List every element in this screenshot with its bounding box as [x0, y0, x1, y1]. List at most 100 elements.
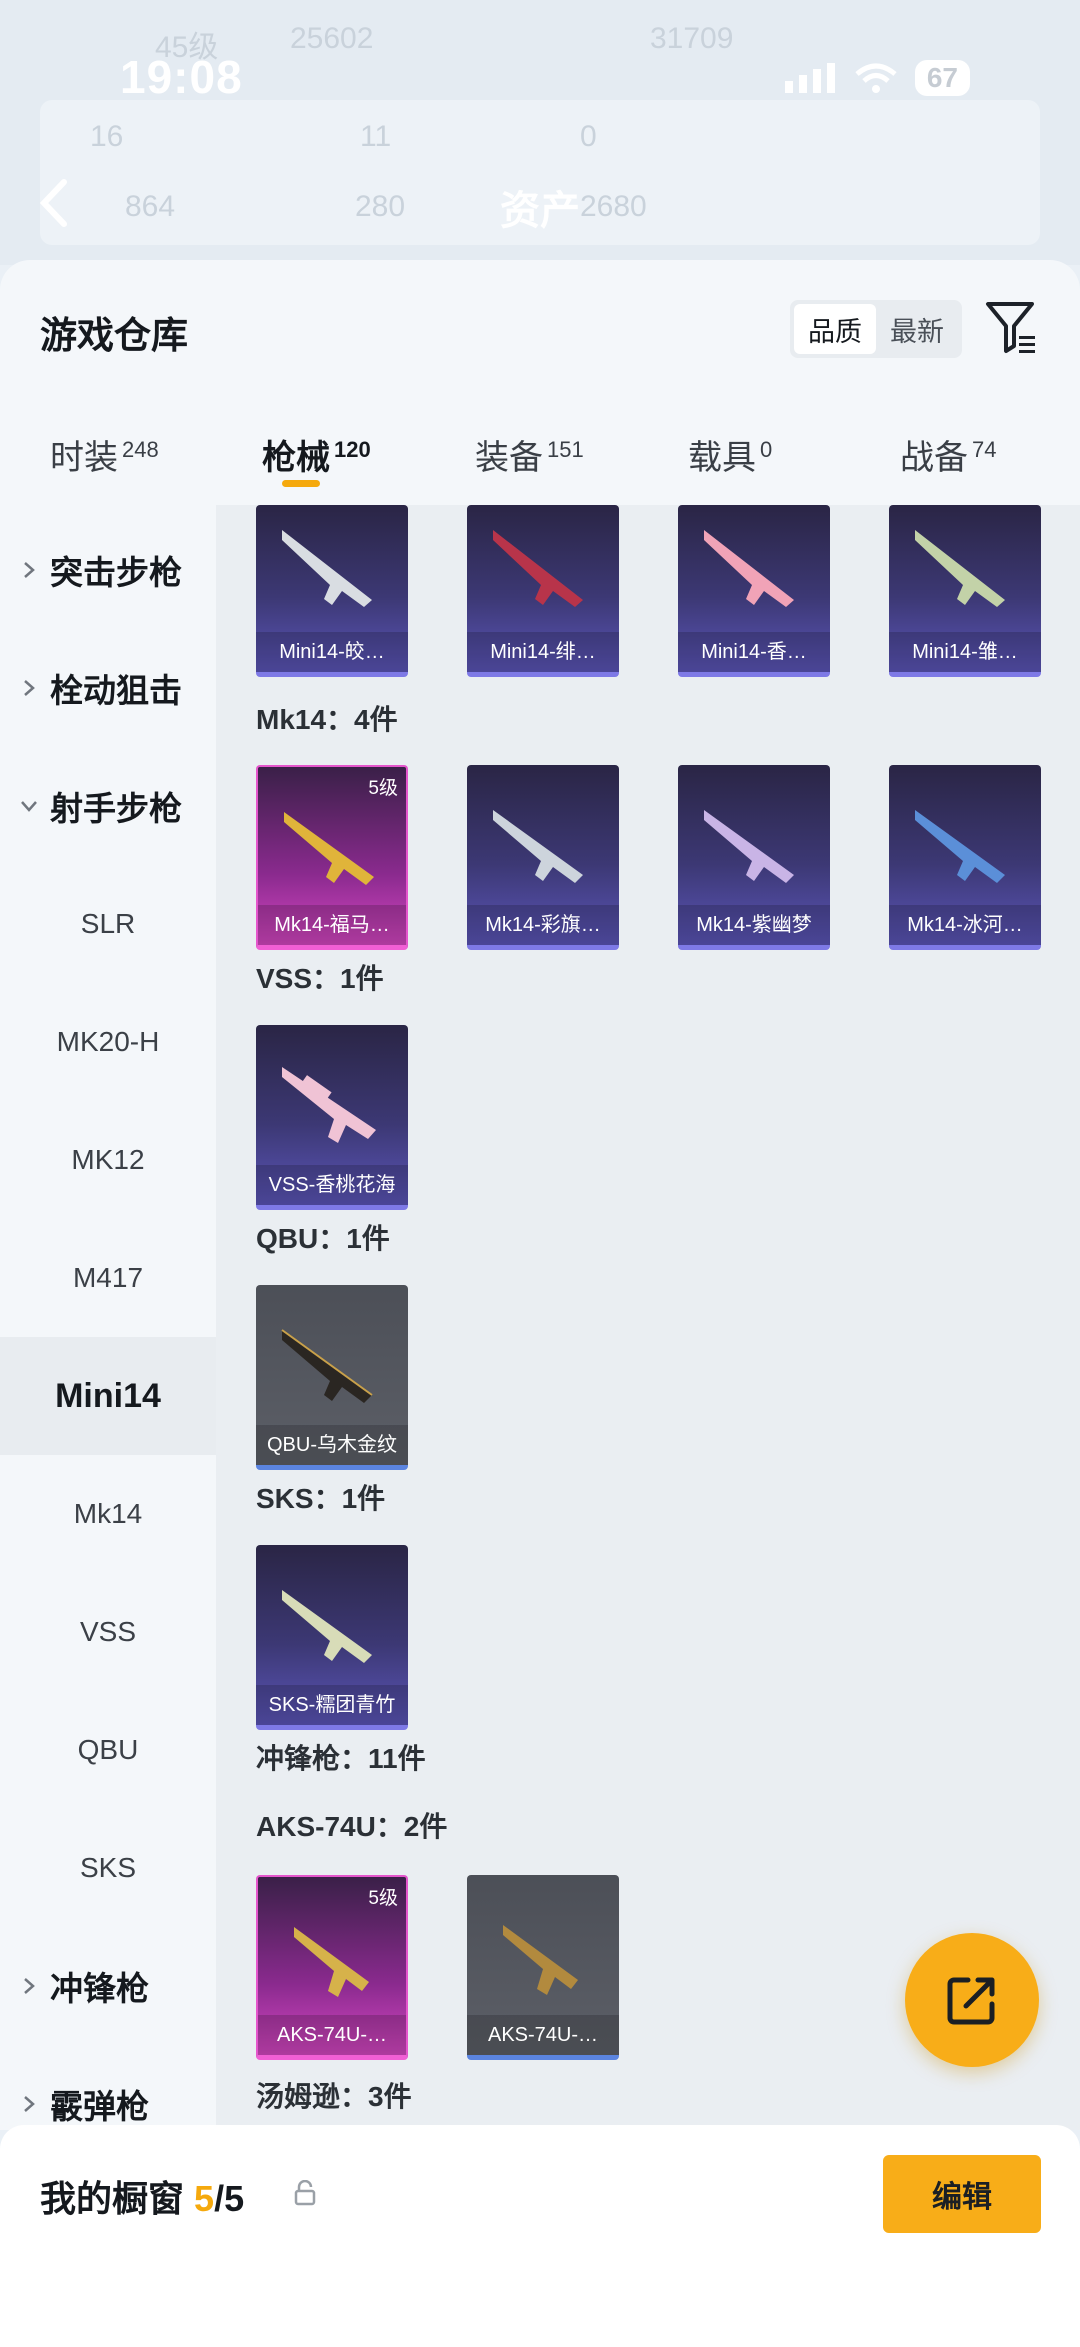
- section-header-vss: VSS：1件: [256, 963, 384, 994]
- skin-card[interactable]: VSS-香桃花海: [256, 1025, 408, 1210]
- back-arrow-icon[interactable]: [38, 178, 68, 228]
- page-title: 游戏仓库: [40, 315, 188, 356]
- section-header-smg: 冲锋枪：11件: [256, 1743, 426, 1774]
- skin-name: Mk14-冰河…: [889, 905, 1041, 945]
- chevron-down-icon: [21, 801, 37, 812]
- stat-2: 11: [360, 120, 392, 153]
- skin-name: AKS-74U-…: [467, 2015, 619, 2055]
- skin-name: Mk14-彩旗…: [467, 905, 619, 945]
- skin-card[interactable]: Mini14-香…: [678, 505, 830, 677]
- stat-3: 0: [580, 120, 597, 153]
- category-tabs: 时装 248 枪械 120 装备 151 载具 0 战备 74: [0, 408, 1080, 503]
- section-header-mk14: Mk14：4件: [256, 704, 398, 735]
- skin-card[interactable]: AKS-74U-…: [467, 1875, 619, 2060]
- sidebar-item-sks[interactable]: SKS: [0, 1809, 216, 1927]
- rifle-icon: [281, 1329, 373, 1403]
- rifle-icon: [493, 530, 583, 607]
- tab-count: 74: [972, 436, 997, 462]
- status-icons: 67: [784, 60, 970, 96]
- rifle-icon: [704, 810, 794, 883]
- skin-name: VSS-香桃花海: [256, 1165, 408, 1205]
- showcase-title: 我的橱窗 5/5: [40, 2170, 244, 2222]
- battery-level: 67: [914, 60, 970, 96]
- profile-header-backdrop: 45级 25602 31709 19:08 67 16 11 0 864 280…: [0, 0, 1080, 265]
- sort-quality-button[interactable]: 品质: [794, 304, 876, 354]
- lock-icon: [294, 2180, 316, 2206]
- sort-toggle[interactable]: 品质 最新: [790, 300, 962, 358]
- stat-4: 864: [125, 190, 176, 223]
- skin-card[interactable]: Mk14-紫幽梦: [678, 765, 830, 950]
- skin-card[interactable]: 5级 AKS-74U-…: [256, 1875, 408, 2060]
- tab-label: 战备: [900, 439, 968, 477]
- tab-supplies[interactable]: 战备 74: [900, 430, 996, 479]
- sidebar-item-mini14[interactable]: Mini14: [0, 1337, 216, 1455]
- skin-name: Mini14-绯…: [467, 632, 619, 672]
- stat-5: 280: [355, 190, 406, 223]
- stat-1: 16: [90, 120, 124, 153]
- warehouse-sheet: 游戏仓库 品质 最新 时装 248 枪械 120 装备 151 载具 0 战备 74 突击…: [0, 260, 1080, 2130]
- chevron-right-icon: [24, 680, 35, 696]
- skin-card[interactable]: SKS-糯团青竹: [256, 1545, 408, 1730]
- wifi-icon: [855, 63, 897, 93]
- rifle-icon: [282, 1067, 376, 1143]
- rifle-icon: [282, 1590, 372, 1663]
- status-time: 19:08: [120, 51, 243, 103]
- filter-icon[interactable]: [985, 300, 1037, 355]
- sidebar-item-m417[interactable]: M417: [0, 1219, 216, 1337]
- rifle-icon: [282, 530, 372, 607]
- tab-label: 载具: [688, 439, 756, 477]
- showcase-count-total: /5: [214, 2178, 245, 2219]
- sidebar-item-qbu[interactable]: QBU: [0, 1691, 216, 1809]
- share-button[interactable]: [905, 1933, 1039, 2067]
- tab-count: 151: [547, 436, 584, 462]
- sidebar-item-smg[interactable]: 冲锋枪: [0, 1927, 216, 2045]
- level-badge: 5级: [368, 1888, 398, 1909]
- section-header-thompson: 汤姆逊：3件: [256, 2081, 412, 2112]
- sidebar-item-label: 栓动狙击: [50, 672, 182, 709]
- chevron-right-icon: [24, 1978, 35, 1994]
- sidebar-item-label: 突击步枪: [50, 554, 182, 591]
- skin-card[interactable]: Mini14-皎…: [256, 505, 408, 677]
- chevron-right-icon: [24, 562, 35, 578]
- skin-name: Mini14-皎…: [256, 632, 408, 672]
- skin-card[interactable]: Mini14-雏…: [889, 505, 1041, 677]
- section-header-sks: SKS：1件: [256, 1483, 386, 1514]
- edit-button[interactable]: 编辑: [883, 2155, 1041, 2233]
- rifle-icon: [915, 810, 1005, 883]
- skin-card[interactable]: Mk14-冰河…: [889, 765, 1041, 950]
- sort-newest-button[interactable]: 最新: [876, 304, 958, 354]
- asset-value: 2680: [580, 190, 647, 223]
- weapon-category-sidebar: 突击步枪 栓动狙击 射手步枪 SLR MK20-H MK12 M417 Mini…: [0, 505, 216, 2130]
- sidebar-item-assault-rifles[interactable]: 突击步枪: [0, 511, 216, 629]
- smg-icon: [503, 1925, 578, 1995]
- sidebar-item-slr[interactable]: SLR: [0, 865, 216, 983]
- skin-name: Mini14-香…: [678, 632, 830, 672]
- rifle-icon: [493, 810, 583, 883]
- showcase-count-current: 5: [194, 2178, 215, 2219]
- skin-name: QBU-乌木金纹: [256, 1425, 408, 1465]
- skin-name: Mini14-雏…: [889, 632, 1041, 672]
- skin-card[interactable]: Mk14-彩旗…: [467, 765, 619, 950]
- sidebar-item-marksman-rifles[interactable]: 射手步枪: [0, 747, 216, 865]
- skin-card[interactable]: QBU-乌木金纹: [256, 1285, 408, 1470]
- skin-card[interactable]: Mini14-绯…: [467, 505, 619, 677]
- sidebar-item-vss[interactable]: VSS: [0, 1573, 216, 1691]
- tab-label: 枪械: [262, 439, 330, 477]
- tab-equipment[interactable]: 装备 151: [475, 430, 584, 479]
- weapon-skin-grid: Mini14-皎… Mini14-绯… Mini14-香… Mini14-雏… …: [216, 505, 1080, 2130]
- skin-card[interactable]: 5级 Mk14-福马…: [256, 765, 408, 950]
- active-tab-indicator: [282, 480, 320, 487]
- tab-firearms[interactable]: 枪械 120: [262, 430, 371, 479]
- points-text: 31709: [650, 22, 734, 55]
- rifle-icon: [915, 530, 1005, 607]
- sidebar-item-mk20h[interactable]: MK20-H: [0, 983, 216, 1101]
- tab-fashion[interactable]: 时装 248: [50, 430, 159, 479]
- tab-label: 时装: [50, 439, 118, 477]
- sidebar-item-mk12[interactable]: MK12: [0, 1101, 216, 1219]
- showcase-bar: 我的橱窗 5/5 编辑: [0, 2125, 1080, 2347]
- sidebar-item-mk14[interactable]: Mk14: [0, 1455, 216, 1573]
- sidebar-item-bolt-snipers[interactable]: 栓动狙击: [0, 629, 216, 747]
- sidebar-item-shotguns[interactable]: 霰弹枪: [0, 2045, 216, 2130]
- tab-vehicles[interactable]: 载具 0: [688, 430, 772, 479]
- skin-name: AKS-74U-…: [258, 2015, 406, 2055]
